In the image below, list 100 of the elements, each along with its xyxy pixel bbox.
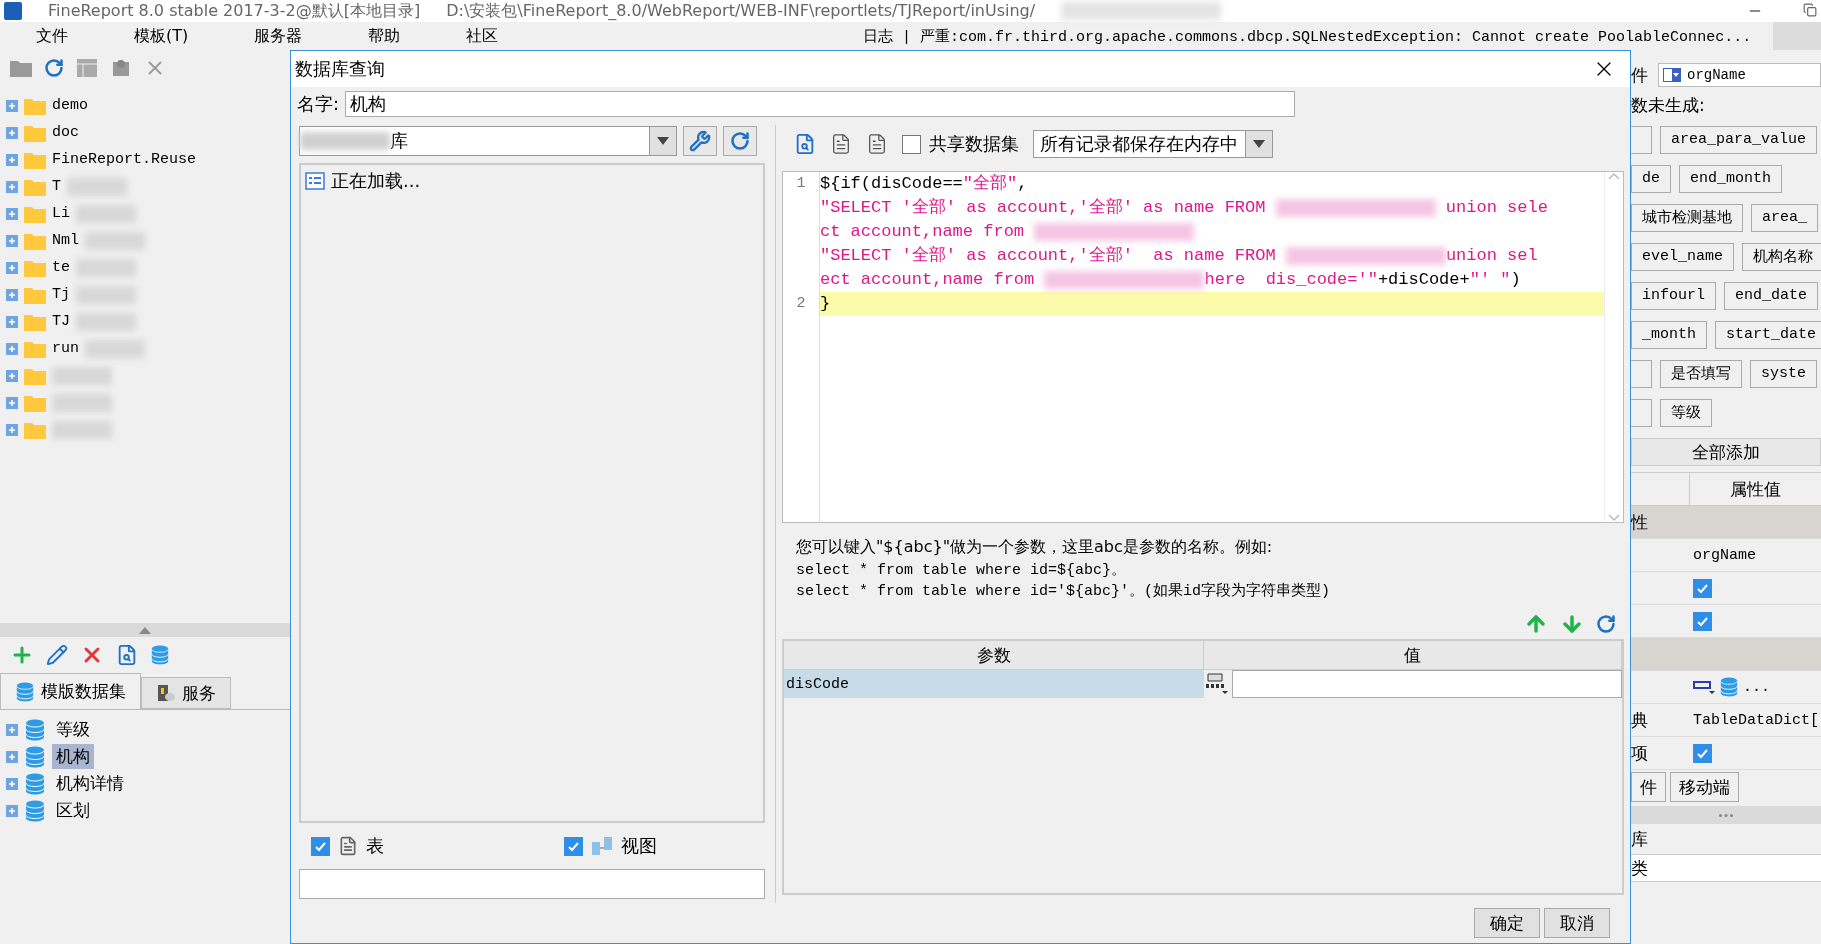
cancel-button[interactable]: 取消	[1544, 908, 1610, 938]
tree-item[interactable]: Tj	[52, 286, 70, 303]
edit-icon[interactable]	[46, 644, 68, 666]
down-icon[interactable]	[1560, 612, 1584, 636]
scroll-down-icon[interactable]	[1608, 514, 1620, 522]
menu-item[interactable]: 文件	[0, 22, 98, 50]
add-all-button[interactable]: 全部添加	[1631, 438, 1821, 466]
tree-item[interactable]: doc	[52, 124, 79, 141]
type-icon[interactable]	[1204, 672, 1230, 696]
tree-item[interactable]: run	[52, 340, 79, 357]
field-button[interactable]	[1631, 359, 1652, 388]
checkbox[interactable]	[1693, 743, 1712, 763]
expand-icon[interactable]	[6, 369, 18, 382]
preview-icon[interactable]	[116, 644, 138, 666]
field-button[interactable]	[1631, 398, 1652, 427]
widget-icon[interactable]	[1693, 679, 1715, 695]
checkbox[interactable]	[564, 836, 583, 856]
connection-combo[interactable]: 库	[299, 126, 677, 156]
menu-item[interactable]: 社区	[430, 22, 529, 50]
name-field[interactable]: 机构	[345, 91, 1296, 117]
menu-item[interactable]: 服务器	[218, 22, 333, 50]
refresh-icon[interactable]	[730, 131, 750, 151]
dropdown-arrow-icon[interactable]	[657, 137, 669, 145]
dataset-item[interactable]: 区划	[52, 798, 94, 823]
dataset-item[interactable]: 等级	[52, 717, 94, 742]
expand-icon[interactable]	[6, 777, 18, 790]
menu-item[interactable]: 帮助	[332, 22, 431, 50]
dataset-item[interactable]: 机构	[52, 744, 94, 769]
wrench-icon[interactable]	[689, 130, 711, 152]
dropdown-arrow-icon[interactable]	[1253, 140, 1265, 148]
tree-item[interactable]: T	[52, 178, 61, 195]
document-icon[interactable]	[866, 133, 888, 155]
expand-icon[interactable]	[6, 153, 18, 166]
expand-icon[interactable]	[6, 342, 18, 355]
tab[interactable]: 服务	[141, 677, 231, 709]
field-button[interactable]: syste	[1750, 359, 1817, 388]
tab[interactable]: 模版数据集	[0, 673, 141, 709]
field-button[interactable]: _month	[1631, 320, 1707, 349]
field-button[interactable]	[1631, 125, 1652, 154]
property-field[interactable]: 类	[1631, 854, 1821, 882]
up-icon[interactable]	[1524, 612, 1548, 636]
expand-icon[interactable]	[6, 261, 18, 274]
tree-item[interactable]: FineReport.Reuse	[52, 151, 197, 168]
tab[interactable]: 件	[1631, 772, 1666, 802]
expand-icon[interactable]	[6, 126, 18, 139]
sql-editor[interactable]	[782, 171, 1624, 523]
menu-item[interactable]: 模板(T)	[98, 22, 219, 50]
expand-icon[interactable]	[6, 180, 18, 193]
field-button[interactable]: 城市检测基地	[1631, 203, 1743, 232]
field-button[interactable]: evel_name	[1631, 242, 1734, 271]
expand-icon[interactable]	[6, 207, 18, 220]
field-button[interactable]: end_date	[1724, 281, 1819, 310]
field-button[interactable]: 等级	[1660, 398, 1712, 427]
gear-icon[interactable]	[110, 58, 132, 78]
tools-button[interactable]	[683, 126, 717, 156]
tree-item[interactable]: te	[52, 259, 70, 276]
checkbox[interactable]	[902, 134, 921, 154]
refresh-icon[interactable]	[44, 58, 64, 78]
dataset-item[interactable]: 机构详情	[52, 771, 128, 796]
search-field[interactable]	[299, 869, 765, 899]
refresh-icon[interactable]	[1596, 614, 1616, 634]
field-button[interactable]: area_	[1751, 203, 1818, 232]
restore-icon[interactable]	[1803, 3, 1817, 17]
field-button[interactable]: end_month	[1679, 164, 1783, 193]
expand-icon[interactable]	[6, 99, 18, 112]
expand-icon[interactable]	[6, 804, 18, 817]
tree-item[interactable]: TJ	[52, 313, 70, 330]
scrollbar[interactable]	[1604, 172, 1623, 522]
collapse-icon[interactable]	[139, 626, 151, 634]
expand-icon[interactable]	[6, 396, 18, 409]
expand-icon[interactable]	[6, 288, 18, 301]
widget-combo[interactable]: orgName	[1658, 63, 1821, 87]
scroll-up-icon[interactable]	[1608, 172, 1620, 180]
expand-icon[interactable]	[6, 750, 18, 763]
folder-icon[interactable]	[10, 59, 32, 77]
storage-combo[interactable]: 所有记录都保存在内存中	[1033, 130, 1273, 158]
checkbox[interactable]	[1693, 578, 1712, 598]
expand-icon[interactable]	[6, 315, 18, 328]
expand-icon[interactable]	[6, 423, 18, 436]
field-button[interactable]: 是否填写	[1660, 359, 1742, 388]
table-icon[interactable]	[76, 58, 98, 78]
field-button[interactable]: area_para_value	[1660, 125, 1818, 154]
field-button[interactable]: infourl	[1631, 281, 1716, 310]
parameter-name[interactable]: disCode	[784, 670, 1204, 698]
document-icon[interactable]	[830, 133, 852, 155]
field-button[interactable]: de	[1631, 164, 1671, 193]
ok-button[interactable]: 确定	[1474, 908, 1540, 938]
preview-icon[interactable]	[794, 133, 816, 155]
expand-icon[interactable]	[6, 234, 18, 247]
checkbox[interactable]	[1693, 611, 1712, 631]
checkbox[interactable]	[311, 836, 330, 856]
field-button[interactable]: start_date	[1715, 320, 1821, 349]
tree-item[interactable]: Li	[52, 205, 70, 222]
field-button[interactable]: 机构名称	[1742, 242, 1821, 271]
refresh-button[interactable]	[723, 126, 757, 156]
more-text[interactable]: ...	[1743, 678, 1770, 696]
grip-icon[interactable]	[1719, 813, 1733, 817]
expand-icon[interactable]	[6, 723, 18, 736]
value-field[interactable]	[1232, 670, 1622, 698]
tab[interactable]: 移动端	[1670, 772, 1739, 802]
